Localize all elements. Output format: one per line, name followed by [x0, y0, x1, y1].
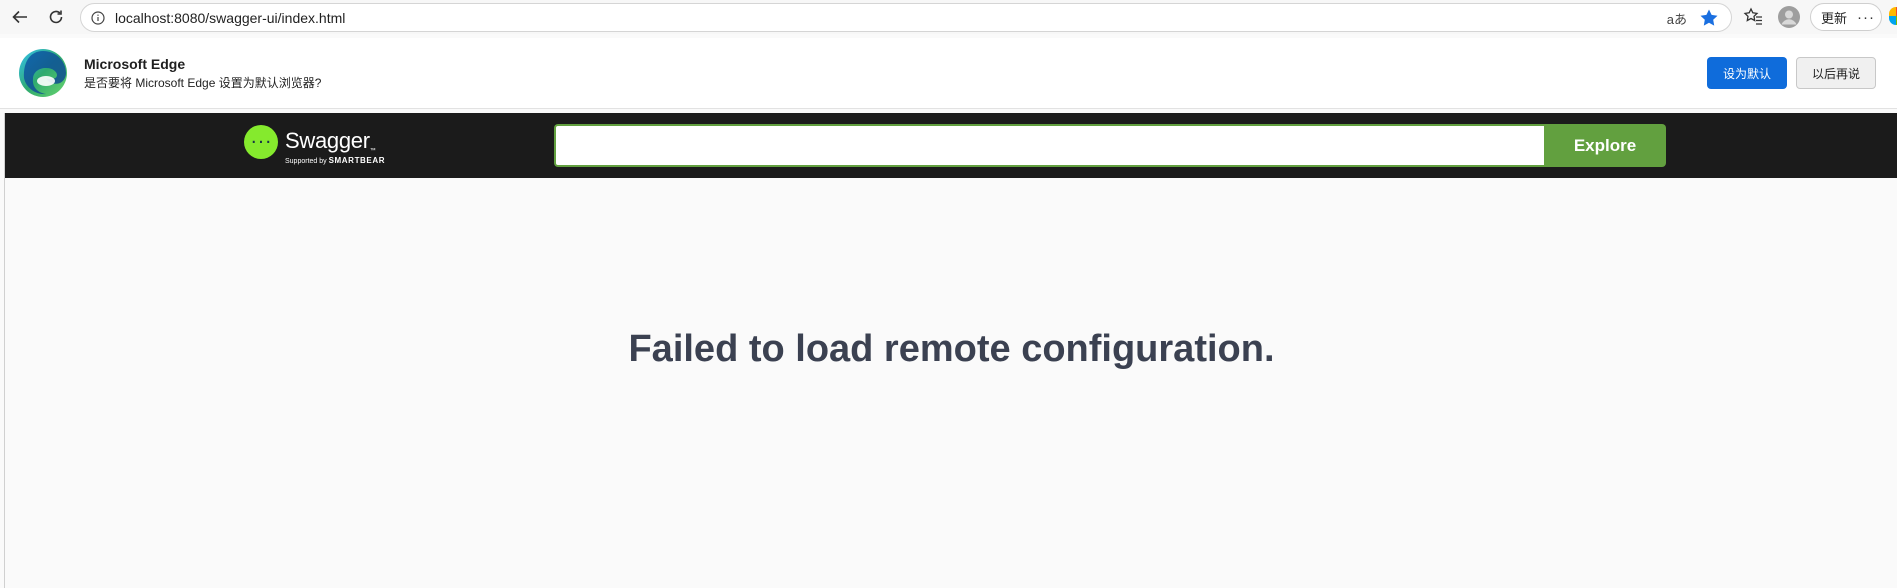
favorites-icon[interactable] [1741, 5, 1765, 29]
default-browser-infobar: Microsoft Edge 是否要将 Microsoft Edge 设置为默认… [0, 38, 1897, 109]
swagger-logo[interactable]: {···} Swagger™ Supported by SMARTBEAR [244, 125, 404, 167]
set-default-button[interactable]: 设为默认 [1707, 57, 1787, 89]
svg-text:{···}: {···} [250, 135, 272, 149]
edge-logo-icon [19, 49, 67, 97]
spec-url-input[interactable] [554, 124, 1546, 167]
copilot-icon[interactable] [1889, 7, 1897, 25]
page-viewport: {···} Swagger™ Supported by SMARTBEAR Ex… [4, 113, 1897, 588]
site-info-icon[interactable] [90, 10, 106, 26]
refresh-icon [49, 10, 63, 24]
update-label: 更新 [1821, 10, 1848, 26]
browser-toolbar: localhost:8080/swagger-ui/index.html aあ … [0, 0, 1897, 34]
infobar-title: Microsoft Edge [84, 56, 186, 72]
back-button[interactable] [6, 3, 34, 31]
load-error-message: Failed to load remote configuration. [628, 328, 1275, 370]
swagger-wordmark: Swagger™ [285, 128, 376, 154]
remind-later-button[interactable]: 以后再说 [1796, 57, 1876, 89]
supported-by-text: Supported by SMARTBEAR [285, 156, 386, 165]
explore-button[interactable]: Explore [1544, 124, 1666, 167]
url-text[interactable]: localhost:8080/swagger-ui/index.html [115, 10, 345, 26]
update-button[interactable]: 更新 ··· [1810, 3, 1882, 31]
more-options-icon[interactable]: ··· [1857, 9, 1875, 26]
refresh-button[interactable] [42, 3, 70, 31]
swagger-topbar: {···} Swagger™ Supported by SMARTBEAR Ex… [5, 113, 1897, 178]
read-aloud-icon[interactable]: aあ [1667, 9, 1687, 28]
back-arrow-icon [12, 10, 27, 24]
swagger-logo-icon: {···} [244, 125, 278, 159]
favorite-star-icon[interactable] [1699, 8, 1719, 28]
profile-avatar-icon[interactable] [1777, 5, 1801, 29]
address-bar[interactable]: localhost:8080/swagger-ui/index.html aあ [80, 3, 1732, 32]
infobar-message: 是否要将 Microsoft Edge 设置为默认浏览器? [84, 76, 322, 90]
